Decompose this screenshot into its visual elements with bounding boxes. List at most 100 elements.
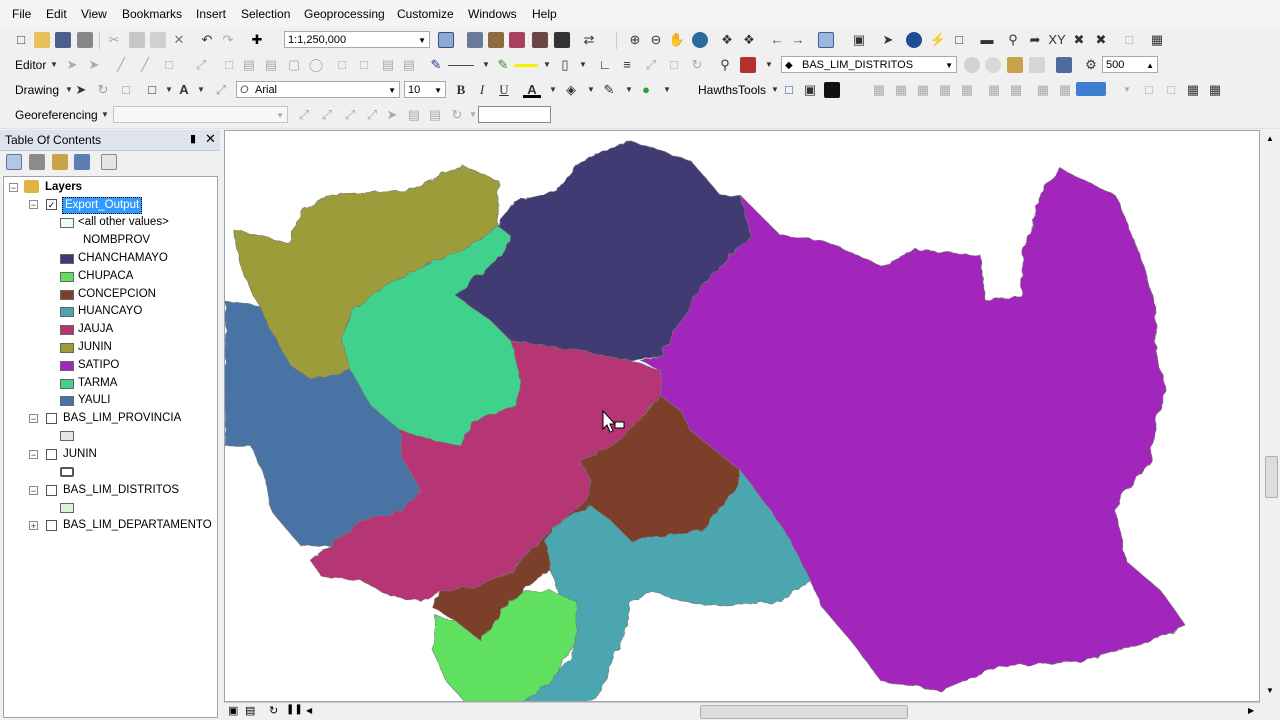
legend-swatch[interactable] (60, 254, 74, 264)
line-style-icon[interactable]: —— (446, 56, 476, 74)
layout-icon[interactable]: ▦ (1148, 31, 1166, 49)
scroll-up-icon[interactable]: ▲ (1266, 134, 1274, 143)
map-canvas[interactable] (225, 131, 1260, 702)
editor-menu[interactable]: Editor (15, 58, 46, 72)
pan-icon[interactable]: ✋ (668, 31, 686, 49)
create-viewer-icon[interactable]: □ (1120, 31, 1138, 49)
edit-tool-icon[interactable]: ➤ (63, 56, 81, 74)
add-data-icon[interactable]: ✚ (248, 31, 266, 49)
fill-color-icon[interactable]: ◈ (562, 81, 580, 99)
target-layer-combo[interactable]: ◆ BAS_LIM_DISTRITOS ▼ (781, 56, 957, 73)
layer-visibility-checkbox[interactable] (46, 413, 57, 424)
layer-name[interactable]: BAS_LIM_DEPARTAMENTO (63, 517, 212, 534)
collapse-icon[interactable]: − (29, 485, 38, 495)
rotate-right-icon[interactable]: ▦ (1056, 81, 1074, 99)
data-view-icon[interactable]: ▣ (228, 704, 238, 717)
save-icon[interactable] (55, 32, 71, 48)
georeferencing-menu[interactable]: Georeferencing (15, 108, 98, 122)
page-layout-icon[interactable]: □ (1140, 81, 1158, 99)
editor-options-icon[interactable]: ▤ (400, 56, 418, 74)
legend-swatch[interactable] (60, 378, 74, 389)
refresh-icon[interactable]: ↻ (269, 704, 278, 717)
menu-windows[interactable]: Windows (468, 7, 517, 21)
vertical-scroll-thumb[interactable] (1265, 456, 1278, 498)
cut-icon[interactable]: ✂ (105, 31, 123, 49)
search-tools-icon[interactable]: ⇄ (580, 31, 598, 49)
full-extent-icon[interactable] (692, 32, 708, 48)
spatial-adjust-icon[interactable]: ≡ (618, 56, 636, 74)
select-elements-icon[interactable]: ➤ (72, 81, 90, 99)
paste-icon[interactable] (150, 32, 166, 48)
attributes-icon[interactable]: ▤ (240, 56, 258, 74)
delete-icon[interactable]: ✕ (170, 31, 188, 49)
layer-visibility-checkbox[interactable] (46, 520, 57, 532)
font-color-button[interactable]: A (523, 81, 541, 98)
map-vertical-scrollbar[interactable]: ▲ ▼ (1261, 130, 1280, 702)
reshape-icon[interactable]: ◯ (307, 56, 325, 74)
list-by-drawing-order-icon[interactable] (6, 154, 22, 170)
fixed-zoom-out-icon[interactable]: ❖ (740, 31, 758, 49)
print-setup-icon[interactable]: ▦ (1206, 81, 1224, 99)
menu-insert[interactable]: Insert (196, 7, 226, 21)
identify-icon[interactable] (906, 32, 922, 48)
layer-visibility-checkbox[interactable] (46, 448, 57, 460)
collapse-icon[interactable]: − (29, 200, 38, 210)
toc-options-icon[interactable] (101, 154, 117, 170)
list-by-source-icon[interactable] (29, 154, 45, 170)
rotate-raster-icon[interactable]: ⤢ (295, 106, 313, 124)
bring-front-icon[interactable]: ▦ (914, 81, 932, 99)
collapse-icon[interactable]: − (29, 449, 38, 459)
highlighter-icon[interactable]: ✎ (494, 56, 512, 74)
layer-name[interactable]: BAS_LIM_PROVINCIA (63, 410, 181, 427)
layer-row[interactable]: + BAS_LIM_DEPARTAMENTO (4, 517, 214, 534)
zoom-out-icon[interactable]: ⊖ (647, 31, 665, 49)
layer-visibility-checkbox[interactable]: ✓ (46, 199, 57, 210)
font-name-combo[interactable]: O Arial ▼ (236, 81, 400, 98)
contrast-icon[interactable] (964, 57, 980, 73)
select-box-icon[interactable]: □ (780, 81, 798, 99)
layer-symbol-swatch[interactable] (60, 466, 74, 477)
collapse-icon[interactable]: − (9, 183, 18, 193)
georef-layer-combo[interactable]: ▼ (113, 106, 288, 123)
hawthstools-menu[interactable]: HawthsTools (698, 83, 766, 97)
go-to-xy-icon[interactable]: XY (1048, 31, 1066, 49)
select-features-icon[interactable] (818, 32, 834, 48)
drawing-menu[interactable]: Drawing (15, 83, 59, 97)
print-icon[interactable] (77, 32, 93, 48)
scale-combo[interactable]: 1:1,250,000 ▼ (284, 31, 430, 48)
menu-file[interactable]: File (12, 7, 31, 21)
sketch-properties-icon[interactable]: ▤ (262, 56, 280, 74)
layer-row[interactable]: − BAS_LIM_DISTRITOS (4, 482, 214, 499)
binoculars-icon[interactable]: ⚲ (716, 56, 734, 74)
scroll-left-icon[interactable]: ◀ (306, 706, 312, 715)
layer-name[interactable]: BAS_LIM_DISTRITOS (63, 482, 179, 499)
legend-swatch[interactable] (60, 307, 74, 318)
brightness-icon[interactable] (985, 57, 1001, 73)
map-display[interactable] (224, 130, 1260, 702)
eraser-icon[interactable]: ▯ (556, 56, 574, 74)
trace-icon[interactable]: □ (160, 56, 178, 74)
magnify-icon[interactable]: ▣ (801, 81, 819, 99)
copy-icon[interactable] (129, 32, 145, 48)
menu-customize[interactable]: Customize (397, 7, 454, 21)
layer-name-selected[interactable]: Export_Output (62, 197, 143, 214)
rotate-left-icon[interactable]: ▦ (1034, 81, 1052, 99)
identify-layer-icon[interactable] (1056, 57, 1072, 73)
smooth-icon[interactable]: □ (665, 56, 683, 74)
menu-geoprocessing[interactable]: Geoprocessing (304, 7, 385, 21)
fixed-zoom-in-icon[interactable]: ❖ (718, 31, 736, 49)
layer-visibility-checkbox[interactable] (46, 484, 57, 496)
catalog-icon[interactable] (488, 32, 504, 48)
legend-swatch[interactable] (60, 289, 74, 300)
new-document-icon[interactable]: □ (12, 31, 30, 49)
matrix-icon[interactable] (824, 82, 840, 98)
topology-icon[interactable]: □ (355, 56, 373, 74)
raster-icon[interactable] (740, 57, 756, 73)
table-icon[interactable] (467, 32, 483, 48)
layers-root[interactable]: − Layers (4, 179, 214, 196)
pause-drawing-icon[interactable]: ❚❚ (286, 704, 303, 715)
align-icon[interactable]: ↻ (688, 56, 706, 74)
forward-icon[interactable]: → (789, 31, 807, 49)
list-by-visibility-icon[interactable] (52, 154, 68, 170)
redo-icon[interactable]: ↷ (219, 31, 237, 49)
